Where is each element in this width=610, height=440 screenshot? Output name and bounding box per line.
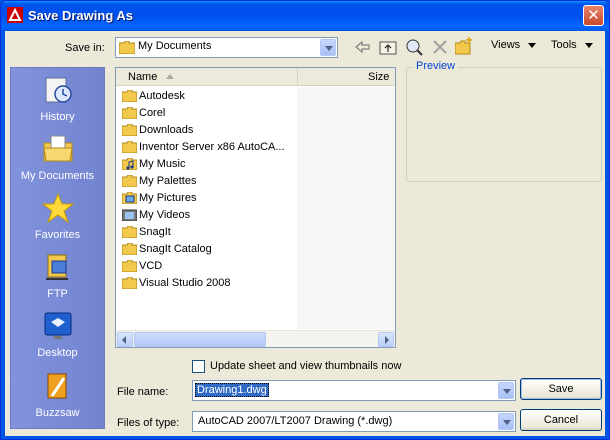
buzzsaw-icon [47,373,66,399]
autocad-app-icon [7,7,23,23]
new-folder-icon[interactable] [455,37,473,55]
file-list-item-name: My Palettes [139,175,197,187]
folder-icon [122,90,137,102]
folder-icon [122,243,137,255]
place-ftp[interactable]: FTP [11,251,104,300]
file-list-item-name: Corel [139,107,166,119]
file-list-item-name: My Music [139,158,186,170]
file-list-item-name: Visual Studio 2008 [139,277,231,289]
search-web-icon[interactable] [405,38,423,56]
place-label: Favorites [34,229,81,241]
my-documents-icon [42,135,73,162]
file-list-item-name: Autodesk [139,90,185,102]
save-in-dropdown-arrow[interactable] [320,39,336,56]
file-list-item-name: Downloads [139,124,194,136]
folder-icon [119,41,135,54]
file-list-item-name: Inventor Server x86 AutoCA... [139,141,285,153]
views-caret-icon [528,42,537,48]
file-name-label: File name: [117,386,169,398]
place-desktop[interactable]: Desktop [11,310,104,359]
preview-pane [406,67,602,182]
tools-menu[interactable]: Tools [551,39,593,51]
back-icon[interactable] [354,38,372,56]
music-folder-icon [122,158,137,170]
file-type-value: AutoCAD 2007/LT2007 Drawing (*.dwg) [198,415,393,427]
horizontal-scrollbar[interactable] [116,330,395,347]
save-in-value: My Documents [138,40,212,52]
file-list[interactable]: Name Size Autodesk Corel Downloads Inventor… [115,67,396,348]
place-favorites[interactable]: Favorites [11,192,104,241]
ftp-icon [45,254,68,280]
file-type-label: Files of type: [117,417,180,429]
save-drawing-dialog: Save Drawing As ✕ Save in: My Documents … [0,0,610,440]
scroll-left-button[interactable] [117,332,133,347]
column-size-label: Size [368,71,390,83]
save-in-dropdown[interactable]: My Documents [115,37,338,58]
place-label: Desktop [37,347,78,359]
file-type-dropdown-arrow[interactable] [498,413,514,430]
history-icon [45,77,72,103]
place-label: My Documents [20,170,95,182]
delete-icon[interactable] [431,38,449,56]
preview-label: Preview [413,60,459,72]
column-header-size[interactable]: Size [297,68,395,86]
folder-icon [122,226,137,238]
folder-icon [122,277,137,289]
tools-caret-icon [584,42,593,48]
file-list-item-name: SnagIt [139,226,171,238]
folder-icon [122,260,137,272]
window-frame-right [605,31,609,439]
folder-icon [122,107,137,119]
file-type-dropdown[interactable]: AutoCAD 2007/LT2007 Drawing (*.dwg) [192,411,516,432]
save-button[interactable]: Save [520,378,602,400]
column-name-label: Name [128,71,158,83]
favorites-icon [41,192,74,224]
places-bar: History My Documents Favorites FTP Deskt… [10,67,105,429]
file-name-dropdown-arrow[interactable] [498,382,514,399]
title-bar[interactable]: Save Drawing As ✕ [1,1,609,31]
folder-icon [122,141,137,153]
update-thumbnails-checkbox[interactable] [192,360,205,373]
size-column [297,87,395,329]
place-my-documents[interactable]: My Documents [11,133,104,182]
up-folder-icon[interactable] [379,38,397,56]
tools-label: Tools [551,39,577,51]
save-in-label: Save in: [65,42,105,54]
place-label: History [40,111,75,123]
scroll-right-button[interactable] [378,332,394,347]
place-buzzsaw[interactable]: Buzzsaw [11,370,104,419]
sort-ascending-icon [166,74,174,79]
file-list-item-name: SnagIt Catalog [139,243,212,255]
place-history[interactable]: History [11,74,104,123]
videos-folder-icon [122,209,137,221]
file-name-input[interactable]: Drawing1.dwg [192,380,516,401]
update-thumbnails-label: Update sheet and view thumbnails now [210,360,402,372]
file-list-item-name: VCD [139,260,163,272]
pictures-folder-icon [122,192,137,204]
file-list-item-name: My Videos [139,209,191,221]
file-name-dropdown[interactable] [498,380,516,401]
cancel-button[interactable]: Cancel [520,409,602,431]
scroll-thumb[interactable] [134,332,266,347]
views-label: Views [491,39,521,51]
window-frame-bottom [1,436,609,439]
desktop-icon [44,312,71,339]
folder-icon [122,124,137,136]
window-frame-left [1,31,5,439]
folder-icon [122,175,137,187]
dialog-title: Save Drawing As [28,8,134,23]
place-label: FTP [47,288,68,300]
file-name-value: Drawing1.dwg [195,383,269,397]
file-list-item-name: My Pictures [139,192,197,204]
views-menu[interactable]: Views [491,39,537,51]
place-label: Buzzsaw [35,407,80,419]
column-header-name[interactable]: Name [116,68,297,86]
close-button[interactable]: ✕ [583,5,604,26]
